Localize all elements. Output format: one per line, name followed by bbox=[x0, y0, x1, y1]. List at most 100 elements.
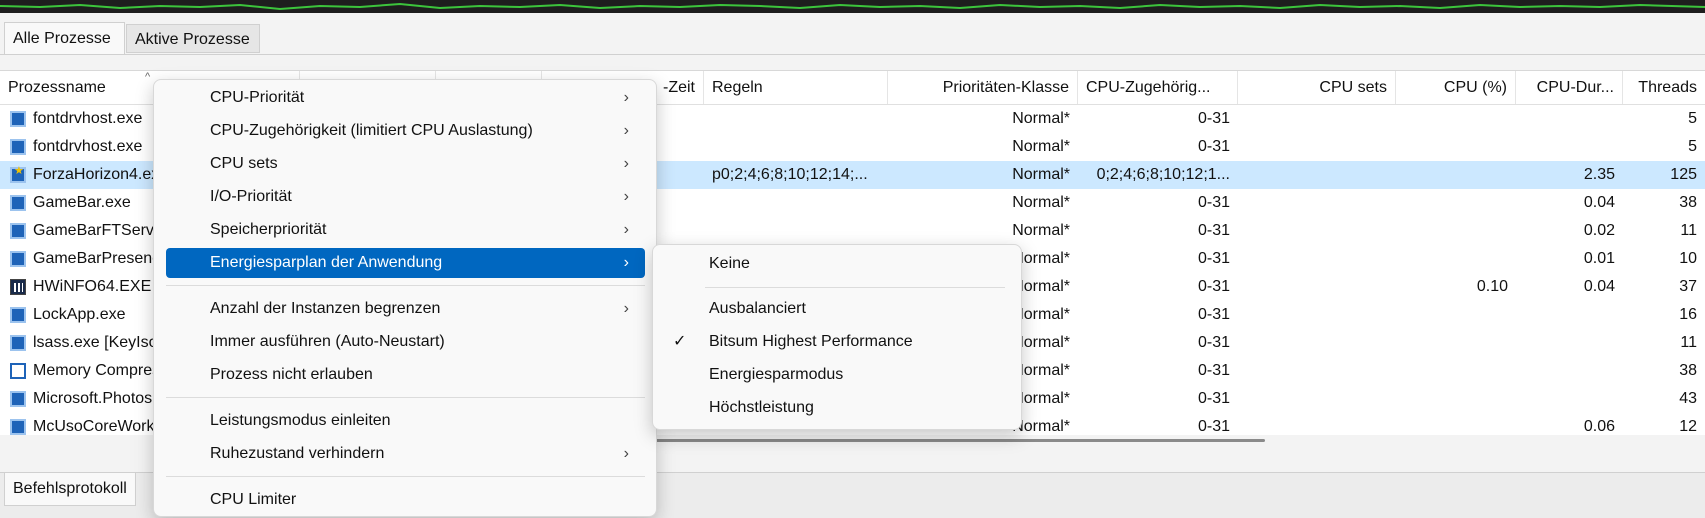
priority-cell: Normal* bbox=[1012, 138, 1070, 155]
cpu-cell bbox=[1396, 357, 1516, 385]
process-icon bbox=[10, 223, 26, 239]
cpu-average-cell: 0.01 bbox=[1583, 250, 1615, 267]
column-header-affinity[interactable]: CPU-Zugehörig... bbox=[1078, 71, 1238, 104]
cpu-cell: 0.10 bbox=[1476, 278, 1508, 295]
threads-cell: 38 bbox=[1679, 194, 1697, 211]
horizontal-scrollbar[interactable] bbox=[655, 439, 1265, 442]
submenu-item-bitsum-highest-performance[interactable]: ✓ Bitsum Highest Performance bbox=[657, 327, 1017, 357]
process-star-icon bbox=[10, 164, 26, 183]
affinity-cell: 0-31 bbox=[1197, 418, 1230, 435]
threads-cell: 37 bbox=[1679, 278, 1697, 295]
menu-item-label: CPU-Priorität bbox=[210, 89, 305, 106]
menu-item-always-run[interactable]: Immer ausführen (Auto-Neustart) bbox=[166, 327, 645, 357]
column-header-cpu-average[interactable]: CPU-Dur... bbox=[1516, 71, 1623, 104]
process-name: LockApp.exe bbox=[33, 306, 126, 323]
affinity-cell: 0-31 bbox=[1197, 110, 1230, 127]
submenu-item-high-performance[interactable]: Höchstleistung bbox=[657, 393, 1017, 423]
rules-cell bbox=[704, 105, 888, 133]
column-header-priority-class[interactable]: Prioritäten-Klasse bbox=[888, 71, 1078, 104]
submenu-item-balanced[interactable]: Ausbalanciert bbox=[657, 294, 1017, 324]
rules-cell: p0;2;4;6;8;10;12;14;... bbox=[712, 166, 868, 183]
tab-active-processes[interactable]: Aktive Prozesse bbox=[126, 24, 260, 53]
cpu-cell bbox=[1396, 105, 1516, 133]
submenu-item-power-saver[interactable]: Energiesparmodus bbox=[657, 360, 1017, 390]
menu-item-label: Speicherpriorität bbox=[210, 221, 327, 238]
process-icon bbox=[10, 307, 26, 323]
column-header-threads[interactable]: Threads bbox=[1623, 71, 1705, 104]
cpu-cell bbox=[1396, 189, 1516, 217]
memory-icon bbox=[10, 363, 26, 379]
tab-command-log[interactable]: Befehlsprotokoll bbox=[4, 473, 136, 506]
chevron-right-icon: › bbox=[623, 122, 629, 139]
menu-item-label: I/O-Priorität bbox=[210, 188, 292, 205]
submenu-item-none[interactable]: Keine bbox=[657, 249, 1017, 279]
submenu-separator bbox=[705, 287, 1005, 288]
cpu-cell bbox=[1396, 329, 1516, 357]
threads-cell: 5 bbox=[1688, 138, 1697, 155]
menu-item-limit-instances[interactable]: Anzahl der Instanzen begrenzen › bbox=[166, 294, 645, 324]
priority-cell: Normal* bbox=[1012, 222, 1070, 239]
submenu-item-label: Höchstleistung bbox=[709, 399, 814, 416]
cpu-cell bbox=[1396, 217, 1516, 245]
menu-item-performance-mode[interactable]: Leistungsmodus einleiten bbox=[166, 406, 645, 436]
chevron-right-icon: › bbox=[623, 300, 629, 317]
chevron-right-icon: › bbox=[623, 155, 629, 172]
checkmark-icon: ✓ bbox=[673, 333, 687, 350]
menu-item-cpu-priority[interactable]: CPU-Priorität › bbox=[166, 83, 645, 113]
chevron-right-icon: › bbox=[623, 221, 629, 238]
cpu-average-cell: 2.35 bbox=[1583, 166, 1615, 183]
process-tabs: Alle Prozesse Aktive Prozesse bbox=[0, 20, 1705, 55]
menu-item-disallow-process[interactable]: Prozess nicht erlauben bbox=[166, 360, 645, 390]
rules-cell bbox=[704, 217, 888, 245]
priority-cell: Normal* bbox=[1012, 166, 1070, 183]
process-icon bbox=[10, 419, 26, 435]
threads-cell: 12 bbox=[1679, 418, 1697, 435]
threads-cell: 38 bbox=[1679, 362, 1697, 379]
hwinfo-icon bbox=[10, 279, 26, 295]
menu-item-label: CPU Limiter bbox=[210, 491, 297, 508]
menu-separator bbox=[166, 285, 645, 286]
menu-item-cpu-affinity[interactable]: CPU-Zugehörigkeit (limitiert CPU Auslast… bbox=[166, 116, 645, 146]
cpu-average-cell: 0.06 bbox=[1583, 418, 1615, 435]
cpu-average-cell bbox=[1516, 329, 1623, 357]
menu-item-prevent-sleep[interactable]: Ruhezustand verhindern › bbox=[166, 439, 645, 469]
threads-cell: 10 bbox=[1679, 250, 1697, 267]
cpu-average-cell: 0.04 bbox=[1583, 194, 1615, 211]
priority-cell: Normal* bbox=[1012, 110, 1070, 127]
threads-cell: 5 bbox=[1688, 110, 1697, 127]
cpu-average-cell bbox=[1516, 357, 1623, 385]
column-header-rules[interactable]: Regeln bbox=[704, 71, 888, 104]
process-icon bbox=[10, 111, 26, 127]
cpu-cell bbox=[1396, 385, 1516, 413]
cpu-average-cell bbox=[1516, 301, 1623, 329]
cpu-average-cell: 0.04 bbox=[1583, 278, 1615, 295]
affinity-cell: 0-31 bbox=[1197, 390, 1230, 407]
menu-item-label: Energiesparplan der Anwendung bbox=[210, 254, 443, 271]
cpu-cell bbox=[1396, 301, 1516, 329]
column-header-cpu-sets[interactable]: CPU sets bbox=[1238, 71, 1396, 104]
priority-cell: Normal* bbox=[1012, 194, 1070, 211]
menu-item-cpu-limiter[interactable]: CPU Limiter bbox=[166, 485, 645, 515]
threads-cell: 11 bbox=[1680, 222, 1697, 239]
menu-item-io-priority[interactable]: I/O-Priorität › bbox=[166, 182, 645, 212]
process-icon bbox=[10, 335, 26, 351]
menu-item-memory-priority[interactable]: Speicherpriorität › bbox=[166, 215, 645, 245]
cpu-cell bbox=[1396, 413, 1516, 435]
affinity-cell: 0-31 bbox=[1197, 334, 1230, 351]
process-icon bbox=[10, 251, 26, 267]
column-header-cpu-percent[interactable]: CPU (%) bbox=[1396, 71, 1516, 104]
affinity-cell: 0-31 bbox=[1197, 250, 1230, 267]
context-menu: CPU-Priorität › CPU-Zugehörigkeit (limit… bbox=[153, 79, 657, 517]
menu-item-cpu-sets[interactable]: CPU sets › bbox=[166, 149, 645, 179]
cpu-average-cell bbox=[1516, 105, 1623, 133]
menu-item-label: Prozess nicht erlauben bbox=[210, 366, 373, 383]
chevron-right-icon: › bbox=[623, 89, 629, 106]
menu-item-label: CPU-Zugehörigkeit (limitiert CPU Auslast… bbox=[210, 122, 533, 139]
process-name: fontdrvhost.exe bbox=[33, 138, 143, 155]
affinity-cell: 0-31 bbox=[1197, 306, 1230, 323]
sort-ascending-icon: ^ bbox=[145, 71, 151, 83]
affinity-cell: 0;2;4;6;8;10;12;1... bbox=[1096, 166, 1230, 183]
tab-all-processes[interactable]: Alle Prozesse bbox=[4, 22, 125, 54]
menu-item-label: CPU sets bbox=[210, 155, 278, 172]
menu-item-power-plan[interactable]: Energiesparplan der Anwendung › bbox=[166, 248, 645, 278]
